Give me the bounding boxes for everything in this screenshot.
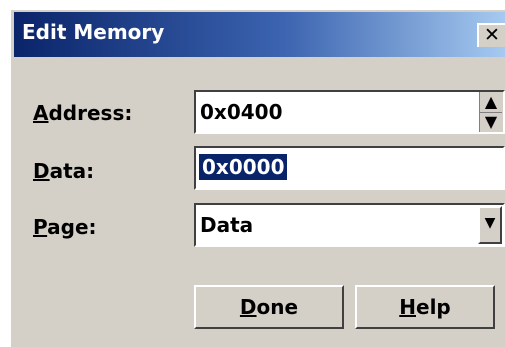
- page-value: Data: [200, 213, 254, 237]
- dialog-title: Edit Memory: [22, 20, 165, 44]
- spin-up-icon[interactable]: ▲: [480, 92, 502, 113]
- page-label: Page:: [33, 215, 97, 239]
- page-label-rest: age:: [47, 215, 97, 239]
- data-label-mnemonic: D: [33, 159, 50, 183]
- data-value: 0x0000: [199, 154, 288, 180]
- address-value: 0x0400: [200, 100, 283, 124]
- edit-memory-dialog: Edit Memory ✕ Address: 0x0400 ▲ ▼ Data: …: [8, 7, 505, 347]
- address-field[interactable]: 0x0400 ▲ ▼: [194, 90, 505, 134]
- page-select[interactable]: Data ▼: [194, 203, 505, 247]
- data-label-rest: ata:: [49, 159, 95, 183]
- help-button-mnemonic: H: [399, 295, 416, 319]
- data-label: Data:: [33, 159, 94, 183]
- address-spinner[interactable]: ▲ ▼: [479, 92, 503, 132]
- close-icon[interactable]: ✕: [477, 23, 505, 47]
- address-label: Address:: [33, 101, 132, 125]
- done-button-rest: one: [256, 295, 299, 319]
- help-button[interactable]: Help: [355, 285, 495, 329]
- title-bar: Edit Memory ✕: [14, 12, 505, 57]
- done-button[interactable]: Done: [194, 285, 344, 329]
- address-label-mnemonic: A: [33, 101, 49, 125]
- data-field[interactable]: 0x0000: [194, 146, 505, 190]
- address-label-rest: ddress:: [48, 101, 133, 125]
- done-button-mnemonic: D: [239, 295, 257, 319]
- spin-down-icon[interactable]: ▼: [480, 112, 502, 132]
- help-button-rest: elp: [416, 295, 451, 319]
- page-label-mnemonic: P: [33, 215, 48, 239]
- chevron-down-icon[interactable]: ▼: [478, 206, 502, 244]
